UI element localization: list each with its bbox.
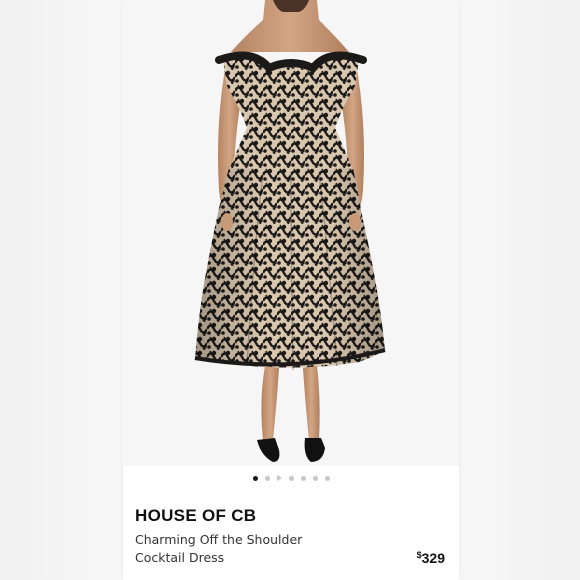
- carousel-dot[interactable]: [312, 475, 318, 481]
- carousel-video-play-icon[interactable]: [276, 475, 282, 481]
- carousel-dot[interactable]: [288, 475, 294, 481]
- carousel-dot-active[interactable]: [252, 475, 258, 481]
- product-card[interactable]: HOUSE OF CB Charming Off the Shoulder Co…: [123, 0, 459, 580]
- product-price: $329: [417, 550, 445, 566]
- brand-name[interactable]: HOUSE OF CB: [135, 506, 256, 526]
- carousel-dot[interactable]: [324, 475, 330, 481]
- carousel-dot[interactable]: [300, 475, 306, 481]
- product-title-line-1: Charming Off the Shoulder: [135, 532, 303, 547]
- dress-photo-illustration: [194, 0, 386, 462]
- product-image[interactable]: [123, 0, 459, 466]
- product-title[interactable]: Charming Off the Shoulder Cocktail Dress: [135, 531, 355, 567]
- price-value: 329: [421, 550, 445, 566]
- product-title-line-2: Cocktail Dress: [135, 550, 225, 565]
- screenshot-stage: HOUSE OF CB Charming Off the Shoulder Co…: [0, 0, 580, 580]
- carousel-dot[interactable]: [264, 475, 270, 481]
- carousel-indicators: [123, 473, 459, 483]
